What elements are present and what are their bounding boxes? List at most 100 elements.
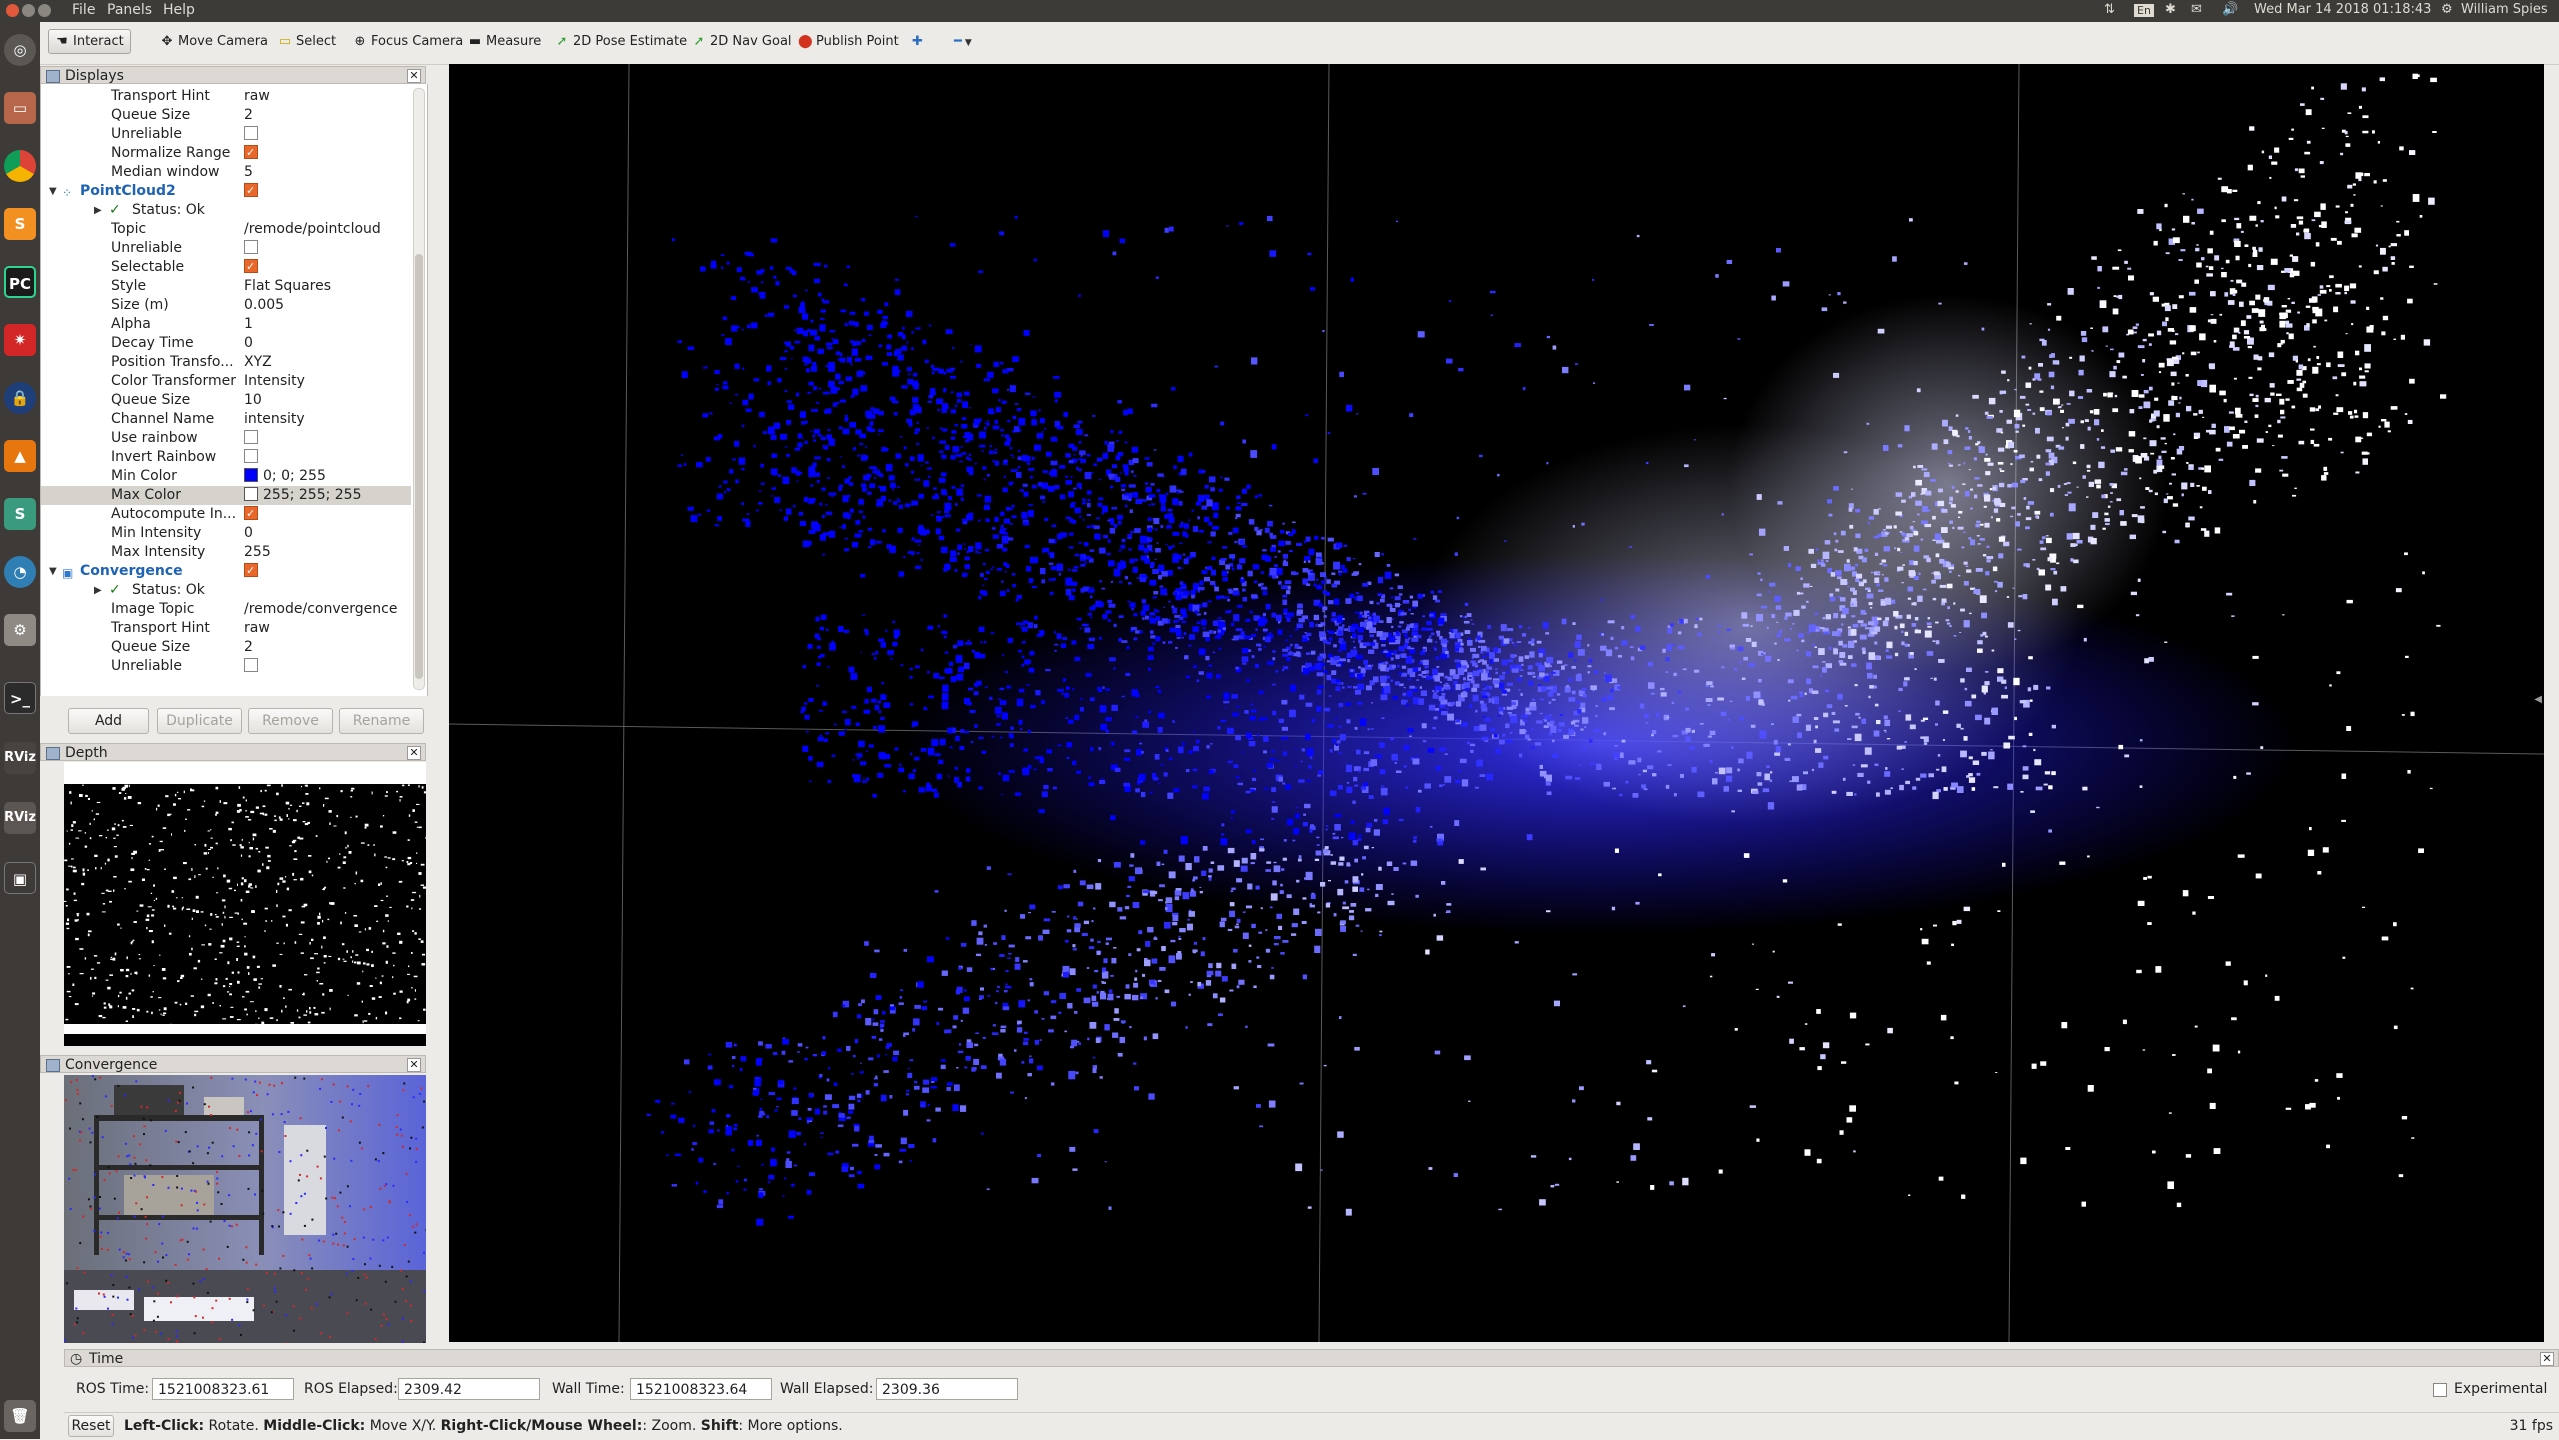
property-row[interactable]: Decay Time0 <box>41 334 411 353</box>
property-value[interactable]: XYZ <box>244 353 272 372</box>
menu-help[interactable]: Help <box>163 2 195 18</box>
sublime-icon[interactable]: S <box>4 208 36 240</box>
property-row[interactable]: Selectable <box>41 258 411 277</box>
checkbox[interactable] <box>244 449 258 463</box>
status-row[interactable]: ▶✓Status: Ok <box>41 581 411 600</box>
property-value[interactable]: 10 <box>244 391 262 410</box>
wall-time-field[interactable]: 1521008323.64 <box>630 1378 772 1400</box>
property-value[interactable]: raw <box>244 619 270 638</box>
files-icon[interactable]: ▭ <box>4 92 36 124</box>
checkbox[interactable] <box>244 563 258 577</box>
depth-image-view[interactable] <box>64 762 426 1046</box>
rviz-icon[interactable]: RViz <box>4 742 36 774</box>
property-row[interactable]: Size (m)0.005 <box>41 296 411 315</box>
expand-arrow-icon[interactable]: ▶ <box>94 201 102 220</box>
3d-viewport[interactable]: ◀ <box>449 64 2544 1342</box>
close-icon[interactable]: ✕ <box>407 746 421 760</box>
property-row[interactable]: Invert Rainbow <box>41 448 411 467</box>
displays-scrollbar[interactable] <box>413 88 425 690</box>
property-row[interactable]: Transport Hintraw <box>41 619 411 638</box>
dash-icon[interactable]: ◎ <box>4 34 36 66</box>
property-row[interactable]: Queue Size2 <box>41 106 411 125</box>
checkbox[interactable] <box>244 126 258 140</box>
close-icon[interactable]: ✕ <box>2540 1352 2554 1366</box>
property-row[interactable]: Min Color0; 0; 255 <box>41 467 411 486</box>
property-value[interactable]: 0 <box>244 524 253 543</box>
expand-arrow-icon[interactable]: ▶ <box>94 581 102 600</box>
property-value[interactable]: 255; 255; 255 <box>244 486 362 505</box>
select-tool[interactable]: ▭Select <box>278 34 336 49</box>
expand-arrow-icon[interactable]: ▼ <box>49 182 57 201</box>
chrome-icon[interactable] <box>4 150 36 182</box>
focus-camera-tool[interactable]: ⊕Focus Camera <box>353 34 463 49</box>
duplicate-button[interactable]: Duplicate <box>157 708 242 734</box>
add-tool-button[interactable]: ✚ <box>912 34 923 49</box>
ros-time-field[interactable]: 1521008323.61 <box>152 1378 294 1400</box>
vlc-icon[interactable]: ▲ <box>4 440 36 472</box>
gear-icon[interactable]: ⚙ <box>2441 2 2453 17</box>
property-value[interactable]: 0.005 <box>244 296 284 315</box>
property-value[interactable]: /remode/pointcloud <box>244 220 381 239</box>
property-row[interactable]: Alpha1 <box>41 315 411 334</box>
property-row[interactable]: Topic/remode/pointcloud <box>41 220 411 239</box>
wolfram-icon[interactable]: ✷ <box>4 324 36 356</box>
property-row[interactable]: Transport Hintraw <box>41 87 411 106</box>
property-row[interactable]: Unreliable <box>41 239 411 258</box>
checkbox[interactable] <box>244 259 258 273</box>
checkbox[interactable] <box>244 506 258 520</box>
bluetooth-icon[interactable]: ✱ <box>2165 2 2176 17</box>
checkbox[interactable] <box>244 430 258 444</box>
window-minimize-button[interactable] <box>22 4 35 17</box>
slack-icon[interactable]: S <box>4 498 36 530</box>
property-row[interactable]: Position Transfo...XYZ <box>41 353 411 372</box>
property-value[interactable] <box>244 562 258 581</box>
color-swatch[interactable] <box>244 487 258 501</box>
property-value[interactable] <box>244 429 258 448</box>
volume-icon[interactable]: 🔊 <box>2222 2 2238 17</box>
property-row[interactable]: Median window5 <box>41 163 411 182</box>
keepass-icon[interactable]: 🔒 <box>4 382 36 414</box>
close-icon[interactable]: ✕ <box>407 69 421 83</box>
experimental-checkbox[interactable] <box>2433 1383 2447 1397</box>
property-row[interactable]: Autocompute In... <box>41 505 411 524</box>
pose-estimate-tool[interactable]: ➚2D Pose Estimate <box>555 34 687 49</box>
property-value[interactable] <box>244 505 258 524</box>
checkbox[interactable] <box>244 240 258 254</box>
property-value[interactable]: 0 <box>244 334 253 353</box>
remove-button[interactable]: Remove <box>248 708 333 734</box>
settings-icon[interactable]: ⚙ <box>4 614 36 646</box>
workspace-icon[interactable]: ▣ <box>4 862 36 894</box>
property-row[interactable]: Normalize Range <box>41 144 411 163</box>
property-row[interactable]: Image Topic/remode/convergence <box>41 600 411 619</box>
property-value[interactable] <box>244 657 258 676</box>
property-value[interactable]: /remode/convergence <box>244 600 397 619</box>
window-close-button[interactable] <box>6 4 19 17</box>
property-value[interactable]: 2 <box>244 106 253 125</box>
mail-icon[interactable]: ✉ <box>2191 2 2202 17</box>
property-value[interactable]: 5 <box>244 163 253 182</box>
reset-button[interactable]: Reset <box>68 1415 114 1437</box>
property-row[interactable]: StyleFlat Squares <box>41 277 411 296</box>
color-swatch[interactable] <box>244 468 258 482</box>
network-icon[interactable]: ⇅ <box>2104 2 2115 17</box>
terminal-icon[interactable]: >_ <box>4 682 36 714</box>
property-value[interactable]: Intensity <box>244 372 305 391</box>
expand-arrow-icon[interactable]: ▼ <box>49 562 57 581</box>
property-row[interactable]: Use rainbow <box>41 429 411 448</box>
pycharm-icon[interactable]: PC <box>4 266 36 298</box>
menu-file[interactable]: File <box>72 2 95 18</box>
property-value[interactable] <box>244 144 258 163</box>
property-value[interactable] <box>244 182 258 201</box>
add-button[interactable]: Add <box>68 708 149 734</box>
property-value[interactable] <box>244 239 258 258</box>
property-value[interactable] <box>244 258 258 277</box>
rename-button[interactable]: Rename <box>339 708 424 734</box>
move-camera-tool[interactable]: ✥Move Camera <box>160 34 268 49</box>
clock-icon[interactable]: ◔ <box>4 556 36 588</box>
property-row[interactable]: Unreliable <box>41 125 411 144</box>
property-value[interactable]: raw <box>244 87 270 106</box>
status-row[interactable]: ▶✓Status: Ok <box>41 201 411 220</box>
checkbox[interactable] <box>244 145 258 159</box>
checkbox[interactable] <box>244 183 258 197</box>
property-value[interactable] <box>244 125 258 144</box>
